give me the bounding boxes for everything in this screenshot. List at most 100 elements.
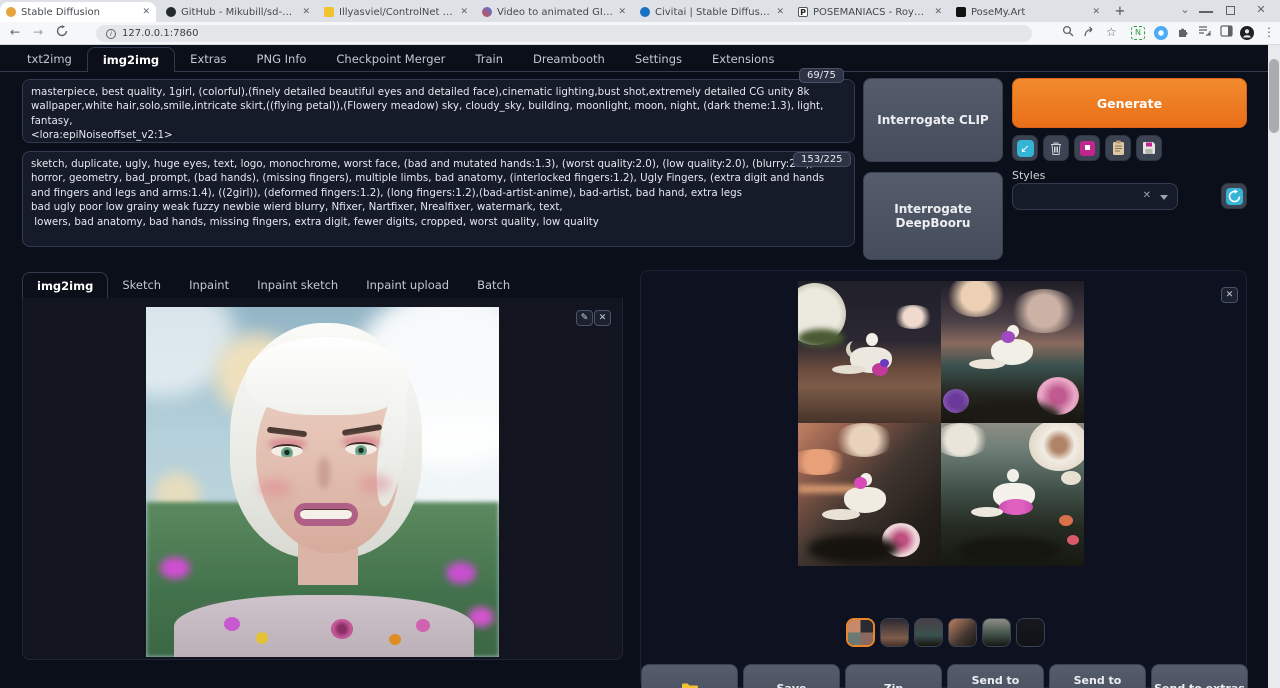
new-tab-button[interactable]: + [1112,4,1128,20]
browser-menu-icon[interactable]: ⋮ [1263,25,1275,39]
site-info-icon[interactable]: i [106,29,116,39]
posemaniacs-favicon: P [798,7,808,17]
tab-checkpoint-merger[interactable]: Checkpoint Merger [321,47,460,72]
window-close-button[interactable]: ✕ [1254,3,1268,16]
tab-close-icon[interactable]: ✕ [618,7,626,17]
browser-tab-civitai[interactable]: Civitai | Stable Diffusion model ✕ [634,2,790,22]
reload-icon[interactable] [56,25,68,37]
clipboard-icon [1112,140,1125,156]
thumbnail-2[interactable] [880,618,909,647]
refresh-styles-button[interactable] [1221,183,1247,209]
share-icon[interactable] [1084,25,1097,37]
remove-image-button[interactable]: ✕ [594,310,611,326]
browser-tab-controlnet[interactable]: Illyasviel/ControlNet at main ✕ [318,2,474,22]
generated-image-1[interactable] [798,281,941,423]
minimize-button[interactable] [1199,3,1213,13]
tab-close-icon[interactable]: ✕ [1092,7,1100,17]
gallery-thumbnails [846,618,1045,647]
edit-image-button[interactable]: ✎ [576,310,593,326]
tab-train[interactable]: Train [460,47,518,72]
generated-image-3[interactable] [798,423,941,566]
interrogate-deepbooru-button[interactable]: Interrogate DeepBooru [863,172,1003,260]
bookmark-star-icon[interactable]: ☆ [1106,25,1117,39]
thumbnail-1-selected[interactable] [846,618,875,647]
subtab-inpaint-upload[interactable]: Inpaint upload [352,272,463,299]
extra-networks-button[interactable] [1074,135,1100,161]
tab-title: Illyasviel/ControlNet at main [339,7,455,18]
page-scrollbar[interactable] [1268,45,1280,688]
interrogate-clip-button[interactable]: Interrogate CLIP [863,78,1003,162]
save-style-button[interactable] [1136,135,1162,161]
subtab-inpaint[interactable]: Inpaint [175,272,243,299]
send-to-extras-button[interactable]: Send to extras [1151,664,1248,688]
positive-token-counter: 69/75 [799,68,844,83]
extension-blue-icon[interactable] [1154,26,1168,40]
tab-close-icon[interactable]: ✕ [460,7,468,17]
tab-close-icon[interactable]: ✕ [142,7,150,17]
generated-image-4[interactable] [941,423,1084,566]
refresh-icon [1226,188,1243,205]
send-to-inpaint-button[interactable]: Send to inpaint [1049,664,1146,688]
thumbnail-5[interactable] [982,618,1011,647]
extension-n-icon[interactable]: N [1131,26,1145,40]
generate-button[interactable]: Generate [1012,78,1247,128]
gallery-close-button[interactable]: ✕ [1221,287,1238,303]
tab-title: Stable Diffusion [21,7,137,18]
browser-tab-github[interactable]: GitHub - Mikubill/sd-webui-con ✕ [160,2,316,22]
browser-toolbar: ← → i 127.0.0.1:7860 ☆ N ⋮ [0,22,1280,45]
side-panel-icon[interactable] [1220,25,1233,37]
subtab-sketch[interactable]: Sketch [108,272,175,299]
tab-title: POSEMANIACS - Royalty free 3 [813,7,929,18]
address-bar[interactable]: i 127.0.0.1:7860 [96,25,1032,42]
browser-tab-posemaniacs[interactable]: P POSEMANIACS - Royalty free 3 ✕ [792,2,948,22]
output-gallery-panel: ✕ [640,270,1247,688]
extensions-puzzle-icon[interactable] [1177,25,1190,38]
tab-settings[interactable]: Settings [620,47,697,72]
browser-tab-strip: Stable Diffusion ✕ GitHub - Mikubill/sd-… [0,0,1280,22]
paste-params-button[interactable]: ↙ [1012,135,1038,161]
zoom-icon[interactable] [1062,25,1074,37]
open-folder-button[interactable] [641,664,738,688]
tab-dreambooth[interactable]: Dreambooth [518,47,620,72]
scrollbar-thumb[interactable] [1269,59,1279,133]
tab-close-icon[interactable]: ✕ [302,7,310,17]
back-icon[interactable]: ← [10,25,20,39]
subtab-batch[interactable]: Batch [463,272,524,299]
forward-icon[interactable]: → [33,25,43,39]
thumbnail-6[interactable] [1016,618,1045,647]
tab-title: Civitai | Stable Diffusion model [655,7,771,18]
thumbnail-3[interactable] [914,618,943,647]
tab-extensions[interactable]: Extensions [697,47,789,72]
tab-extras[interactable]: Extras [175,47,241,72]
clear-prompt-button[interactable] [1043,135,1069,161]
floppy-disk-icon [1142,141,1156,155]
tab-close-icon[interactable]: ✕ [776,7,784,17]
thumbnail-4[interactable] [948,618,977,647]
styles-dropdown[interactable]: ✕ [1012,183,1178,210]
chevron-down-icon[interactable]: ⌄ [1178,3,1192,16]
send-to-img2img-button[interactable]: Send to img2img [947,664,1044,688]
generated-image-2[interactable] [941,281,1084,423]
chevron-down-icon[interactable] [1160,195,1168,200]
tab-png-info[interactable]: PNG Info [242,47,322,72]
positive-prompt-input[interactable]: masterpiece, best quality, 1girl, (color… [22,79,855,143]
apply-styles-button[interactable] [1105,135,1131,161]
browser-tab-gif-converter[interactable]: Video to animated GIF converter ✕ [476,2,632,22]
generated-image-grid[interactable] [798,281,1084,566]
tab-txt2img[interactable]: txt2img [12,47,87,72]
reading-list-icon[interactable] [1198,25,1211,37]
styles-clear-icon[interactable]: ✕ [1143,190,1151,201]
maximize-button[interactable] [1226,3,1240,15]
negative-prompt-input[interactable]: sketch, duplicate, ugly, huge eyes, text… [22,151,855,247]
controlnet-favicon [324,7,334,17]
browser-tab-posemyart[interactable]: PoseMy.Art ✕ [950,2,1106,22]
save-button[interactable]: Save [743,664,840,688]
tab-img2img[interactable]: img2img [87,47,175,72]
zip-button[interactable]: Zip [845,664,942,688]
source-image[interactable] [146,307,499,657]
browser-tab-stable-diffusion[interactable]: Stable Diffusion ✕ [0,2,156,22]
profile-avatar[interactable] [1240,26,1254,40]
subtab-inpaint-sketch[interactable]: Inpaint sketch [243,272,352,299]
subtab-img2img[interactable]: img2img [22,272,108,299]
tab-close-icon[interactable]: ✕ [934,7,942,17]
